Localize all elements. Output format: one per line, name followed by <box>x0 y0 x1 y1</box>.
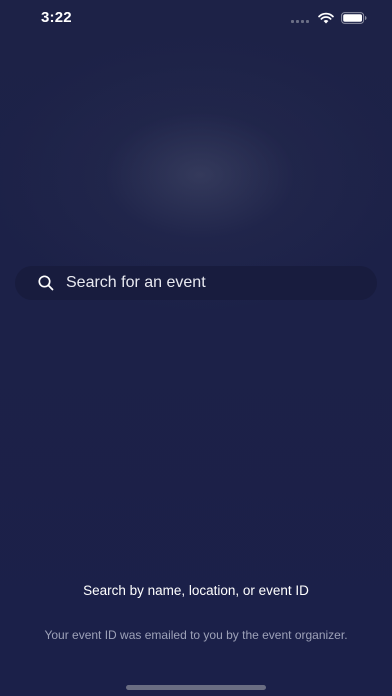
status-icons <box>291 11 367 25</box>
status-time: 3:22 <box>41 9 72 26</box>
search-bar[interactable] <box>15 266 377 300</box>
help-subtitle: Your event ID was emailed to you by the … <box>44 628 348 642</box>
status-bar: 3:22 <box>0 0 392 36</box>
search-input[interactable] <box>66 274 356 292</box>
help-title: Search by name, location, or event ID <box>83 583 309 598</box>
wifi-icon <box>318 12 334 24</box>
home-indicator[interactable] <box>126 685 266 690</box>
signal-icon <box>291 13 309 23</box>
battery-icon <box>341 12 367 24</box>
search-icon <box>38 275 54 291</box>
